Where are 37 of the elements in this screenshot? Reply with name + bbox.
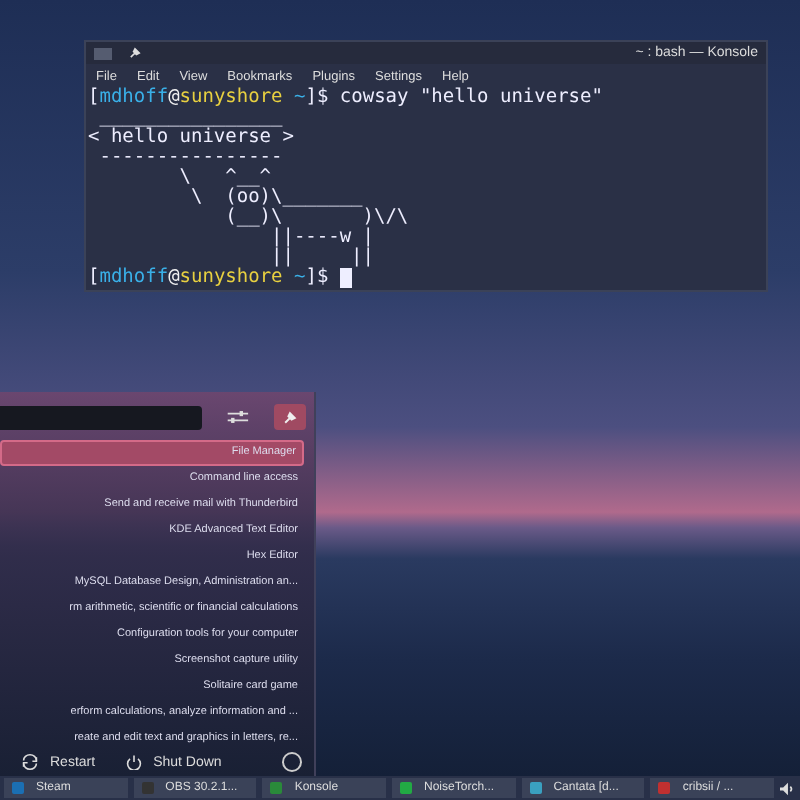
app-icon bbox=[400, 782, 413, 794]
settings-icon[interactable] bbox=[226, 408, 251, 426]
app-icon bbox=[270, 782, 283, 794]
power-icon bbox=[123, 754, 144, 770]
command-text: cowsay "hello universe" bbox=[339, 88, 603, 108]
output-line: (__)\ )\/\ bbox=[223, 208, 409, 228]
prompt-at: @ bbox=[168, 268, 180, 288]
output-line: ||----w | bbox=[271, 228, 374, 248]
output-line: ________________ bbox=[97, 108, 283, 128]
prompt-directory: ~ bbox=[292, 268, 306, 288]
prompt-user: mdhoff bbox=[99, 88, 169, 108]
output-line: < hello universe > bbox=[88, 128, 294, 148]
more-options-icon[interactable] bbox=[282, 752, 302, 772]
app-icon bbox=[529, 782, 542, 794]
output-line: \ (oo)\_______ bbox=[188, 188, 363, 208]
prompt-end: ]$ bbox=[305, 88, 331, 108]
pin-icon[interactable] bbox=[128, 46, 142, 60]
prompt-user: mdhoff bbox=[99, 268, 169, 288]
pin-button[interactable] bbox=[274, 404, 306, 430]
speaker-icon[interactable] bbox=[780, 781, 796, 795]
pin-icon bbox=[282, 409, 299, 425]
prompt-host: sunyshore bbox=[179, 268, 283, 288]
app-icon bbox=[12, 782, 24, 794]
prompt-directory: ~ bbox=[292, 88, 306, 108]
text-cursor bbox=[339, 268, 352, 288]
prompt-bracket: [ bbox=[88, 88, 100, 108]
app-icon bbox=[141, 782, 154, 794]
output-line: ---------------- bbox=[97, 148, 283, 168]
output-line: || || bbox=[271, 248, 374, 268]
restart-icon bbox=[20, 754, 40, 770]
app-icon bbox=[658, 782, 671, 794]
output-line: \ ^__^ bbox=[177, 168, 272, 188]
prompt-bracket: [ bbox=[88, 268, 100, 288]
prompt-host: sunyshore bbox=[179, 88, 283, 108]
search-field[interactable] bbox=[0, 405, 203, 429]
prompt-end: ]$ bbox=[305, 268, 331, 288]
prompt-at: @ bbox=[168, 88, 180, 108]
